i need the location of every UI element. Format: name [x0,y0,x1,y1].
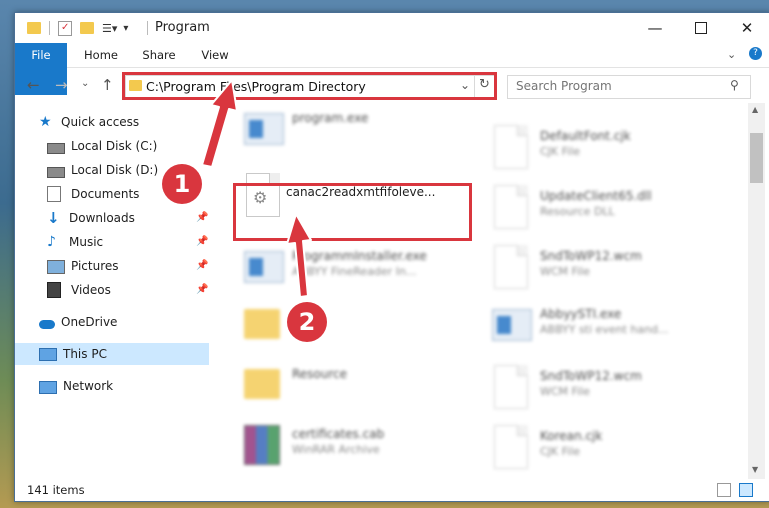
callout-arrow-2 [286,213,312,298]
callout-arrow-1 [201,79,238,168]
step-badge-2: 2 [287,302,327,342]
callout-arrows [201,79,312,298]
step-badge-1: 1 [162,164,202,204]
